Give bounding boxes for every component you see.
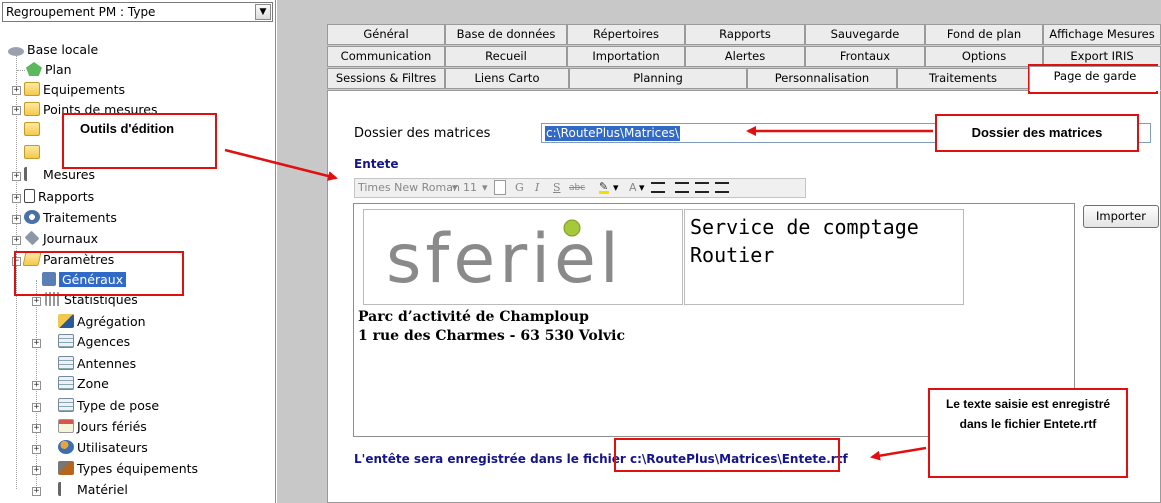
annotation-arrows	[224, 126, 933, 461]
tab-page-de-garde[interactable]: Page de garde	[1029, 66, 1161, 91]
arrow-to-toolbar	[224, 148, 338, 181]
arrow-to-file-path	[870, 446, 927, 461]
